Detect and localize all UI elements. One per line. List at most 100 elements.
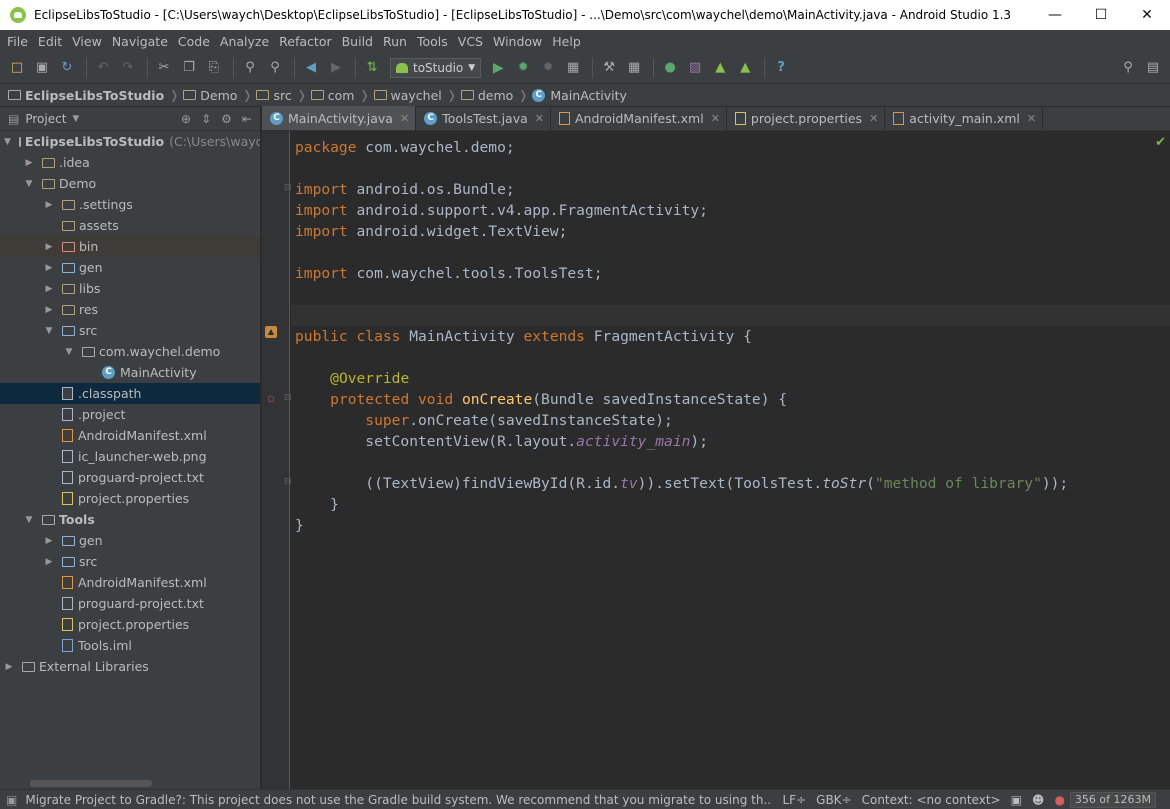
tree-item[interactable]: Tools.iml [0, 635, 260, 656]
tree-item[interactable]: ▶ .settings [0, 194, 260, 215]
minimize-icon[interactable]: — [1032, 0, 1078, 30]
tree-item[interactable]: ▶ libs [0, 278, 260, 299]
menu-window[interactable]: Window [488, 34, 547, 49]
collapse-all-icon[interactable]: ⇕ [201, 112, 211, 126]
chevron-down-icon[interactable]: ▼ [44, 326, 54, 336]
close-tab-icon[interactable]: ✕ [400, 112, 409, 125]
run-config-select[interactable]: toStudio ▼ [390, 57, 482, 78]
status-message[interactable]: Migrate Project to Gradle?: This project… [17, 793, 777, 807]
tree-item[interactable]: .classpath [0, 383, 260, 404]
hide-panel-icon[interactable]: ⇤ [242, 112, 252, 126]
forward-icon[interactable]: ▶ [325, 57, 347, 79]
tree-item[interactable]: ▼ EclipseLibsToStudio (C:\Users\waych [0, 131, 260, 152]
tree-item[interactable]: project.properties [0, 488, 260, 509]
replace-icon[interactable]: ⚲ [264, 57, 286, 79]
chevron-down-icon[interactable]: ▼ [24, 515, 34, 525]
chevron-right-icon[interactable]: ▶ [44, 536, 54, 546]
chevron-down-icon[interactable]: ▼ [64, 347, 74, 357]
tree-item[interactable]: ▶ .idea [0, 152, 260, 173]
breadcrumb-item[interactable]: EclipseLibsToStudio ❭ [8, 88, 179, 103]
menu-help[interactable]: Help [547, 34, 586, 49]
project-panel-header[interactable]: ▤ Project ▼ ⊕ ⇕ ⚙ ⇤ [0, 107, 260, 131]
source-code[interactable]: package com.waychel.demo; import android.… [295, 137, 1068, 536]
fold-icon[interactable]: ⊟ [284, 183, 292, 193]
fold-icon[interactable]: ⊟ [284, 477, 292, 487]
menu-run[interactable]: Run [378, 34, 412, 49]
menu-vcs[interactable]: VCS [453, 34, 488, 49]
redo-icon[interactable]: ↷ [117, 57, 139, 79]
tree-item[interactable]: assets [0, 215, 260, 236]
tree-item[interactable]: C MainActivity [0, 362, 260, 383]
tree-item[interactable]: ▶ External Libraries [0, 656, 260, 677]
gear-icon[interactable]: ⚙ [221, 112, 232, 126]
tree-item[interactable]: ▶ gen [0, 530, 260, 551]
tree-item[interactable]: ▼ src [0, 320, 260, 341]
save-icon[interactable]: ▣ [31, 57, 53, 79]
menu-build[interactable]: Build [337, 34, 378, 49]
breadcrumb-item[interactable]: C MainActivity [532, 88, 627, 103]
chevron-right-icon[interactable]: ▶ [44, 242, 54, 252]
tree-item[interactable]: AndroidManifest.xml [0, 425, 260, 446]
project-structure-icon[interactable]: ⚒ [598, 57, 620, 79]
avd-manager-icon[interactable]: ▧ [684, 57, 706, 79]
tab-androidmanifest-xml[interactable]: AndroidManifest.xml ✕ [551, 106, 727, 130]
tree-item[interactable]: ▼ Demo [0, 173, 260, 194]
breadcrumb-item[interactable]: com ❭ [310, 88, 370, 103]
tree-item[interactable]: ▼ com.waychel.demo [0, 341, 260, 362]
override-gutter-icon[interactable]: ○ [265, 393, 277, 405]
menu-code[interactable]: Code [173, 34, 215, 49]
breadcrumb-item[interactable]: demo ❭ [460, 88, 528, 103]
tree-item[interactable]: AndroidManifest.xml [0, 572, 260, 593]
open-folder-icon[interactable]: □ [6, 57, 28, 79]
inspector-icon[interactable]: ☻ [1027, 793, 1050, 807]
copy-icon[interactable]: ❐ [178, 57, 200, 79]
target-icon[interactable]: ⊕ [181, 112, 191, 126]
tree-item[interactable]: ▶ res [0, 299, 260, 320]
tree-item[interactable]: proguard-project.txt [0, 593, 260, 614]
run-icon[interactable]: ▶ [487, 57, 509, 79]
close-tab-icon[interactable]: ✕ [1027, 112, 1036, 125]
sync-icon[interactable]: ↻ [56, 57, 78, 79]
sdk-settings-icon[interactable]: ▦ [623, 57, 645, 79]
coverage-icon[interactable]: ✹ [537, 57, 559, 79]
chevron-right-icon[interactable]: ▶ [44, 200, 54, 210]
tab-toolstest-java[interactable]: C ToolsTest.java ✕ [416, 106, 551, 130]
horizontal-scrollbar[interactable] [30, 780, 152, 787]
sdk-manager-icon[interactable]: ▲ [709, 57, 731, 79]
file-encoding[interactable]: GBK÷ [811, 793, 856, 807]
breadcrumb-item[interactable]: waychel ❭ [373, 88, 457, 103]
tool-windows-icon[interactable]: ▣ [0, 793, 17, 807]
maximize-icon[interactable]: ☐ [1078, 0, 1124, 30]
paste-icon[interactable]: ⎘ [203, 57, 225, 79]
close-icon[interactable]: ✕ [1124, 0, 1170, 30]
breadcrumb-item[interactable]: Demo ❭ [183, 88, 252, 103]
menu-file[interactable]: File [2, 34, 33, 49]
class-gutter-icon[interactable]: ▲ [265, 326, 277, 338]
context-indicator[interactable]: Context: <no context> [857, 793, 1006, 807]
menu-view[interactable]: View [67, 34, 107, 49]
tree-item[interactable]: .project [0, 404, 260, 425]
help-icon[interactable]: ? [770, 57, 792, 79]
chevron-right-icon[interactable]: ▶ [44, 557, 54, 567]
undo-icon[interactable]: ↶ [92, 57, 114, 79]
chevron-right-icon[interactable]: ▶ [44, 305, 54, 315]
code-editor[interactable]: ▲ ○ ⊟ ⊟ ⊟ package com.waychel.demo; impor… [262, 131, 1170, 789]
tree-item[interactable]: ▶ gen [0, 257, 260, 278]
close-tab-icon[interactable]: ✕ [535, 112, 544, 125]
chevron-right-icon[interactable]: ▶ [44, 284, 54, 294]
tree-item[interactable]: ▼ Tools [0, 509, 260, 530]
cut-icon[interactable]: ✂ [153, 57, 175, 79]
debug-icon[interactable]: ✹ [512, 57, 534, 79]
attach-debugger-icon[interactable]: ▦ [562, 57, 584, 79]
tab-project-properties[interactable]: project.properties ✕ [727, 106, 886, 130]
sync-gradle-icon[interactable]: ● [659, 57, 681, 79]
find-icon[interactable]: ⚲ [239, 57, 261, 79]
search-icon[interactable]: ⚲ [1117, 57, 1139, 79]
breadcrumb-item[interactable]: src ❭ [256, 88, 307, 103]
chevron-right-icon[interactable]: ▶ [4, 662, 14, 672]
tree-item[interactable]: project.properties [0, 614, 260, 635]
chevron-right-icon[interactable]: ▶ [24, 158, 34, 168]
lock-icon[interactable]: ▣ [1006, 793, 1027, 807]
tree-item[interactable]: ic_launcher-web.png [0, 446, 260, 467]
tree-item[interactable]: proguard-project.txt [0, 467, 260, 488]
